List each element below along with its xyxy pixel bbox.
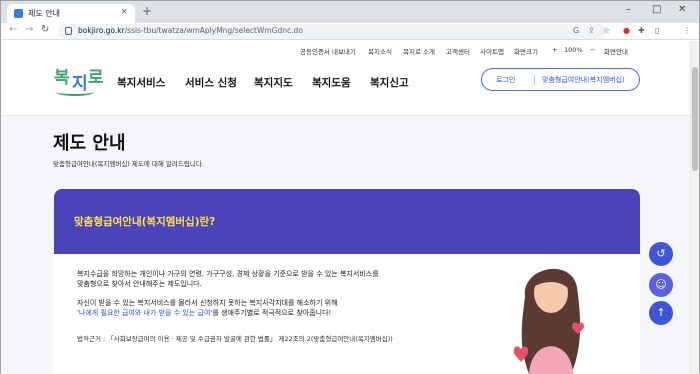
browser-tab[interactable]: 제도 안내 ×: [7, 4, 135, 23]
page-subtitle: 맞춤형급여안내(복지멤버십) 제도에 대해 알려드립니다.: [53, 160, 204, 168]
logo-smile-icon: [56, 88, 94, 96]
membership-button[interactable]: 맞춤형급여안내(복지멤버십): [542, 75, 625, 85]
back-icon[interactable]: ←: [9, 24, 17, 35]
translate-icon[interactable]: G: [573, 26, 579, 35]
nav-welfare-help[interactable]: 복지도움: [312, 75, 351, 90]
nav-service-apply[interactable]: 서비스 신청: [185, 75, 237, 90]
zoom-value: 100%: [564, 46, 583, 54]
zoom-in-button[interactable]: +: [552, 46, 557, 54]
browser-toolbar: ← → ↻ bokjiro.go.kr/ssis-tbu/twatza/wmAp…: [1, 23, 699, 40]
util-label-zoom: 화면크기: [514, 48, 538, 56]
util-link-cert[interactable]: 공동인증서 내보내기: [300, 46, 356, 56]
scrollbar-thumb[interactable]: [692, 67, 698, 171]
web-page: 공동인증서 내보내기 복지소식 복지로 소개 고객센터 사이트맵 화면크기 + …: [1, 41, 690, 374]
tab-strip: 제도 안내 × + – □ ✕: [1, 1, 699, 23]
nav-welfare-map[interactable]: 복지지도: [254, 75, 293, 90]
browser-window: 제도 안내 × + – □ ✕ ← → ↻ bokjiro.go.kr/ssis…: [0, 0, 700, 374]
card-header: 맞춤형급여안내(복지멤버십)란?: [54, 189, 640, 254]
para1-line1: 복지수급을 희망하는 개인이나 가구의 연령, 가구구성, 경제 상황을 기준으…: [77, 270, 379, 278]
share-icon[interactable]: ⇪: [588, 26, 595, 35]
url-path: /ssis-tbu/twatza/wmAplyMng/selectWmGdnc.…: [124, 26, 303, 35]
page-title: 제도 안내: [53, 133, 126, 154]
bookmark-star-icon[interactable]: ☆: [603, 26, 610, 35]
para1-line2: 맞춤형으로 찾아서 안내해주는 제도입니다.: [77, 280, 202, 288]
reload-icon[interactable]: ↻: [41, 24, 49, 35]
address-bar[interactable]: bokjiro.go.kr/ssis-tbu/twatza/wmAplyMng/…: [58, 24, 606, 39]
url-domain: bokjiro.go.kr: [78, 26, 125, 35]
lock-icon: [65, 27, 72, 35]
favicon-icon: [14, 9, 23, 18]
sidebar-icon[interactable]: ▯: [655, 26, 659, 35]
zoom-reset-button[interactable]: 화면안내: [604, 46, 628, 56]
tab-title: 제도 안내: [28, 9, 60, 18]
util-link-sitemap[interactable]: 사이트맵: [480, 46, 504, 56]
login-button[interactable]: 로그인: [496, 75, 515, 85]
puzzle-icon[interactable]: ✚: [638, 26, 645, 35]
forward-icon[interactable]: →: [25, 24, 33, 35]
menu-kebab-icon[interactable]: ⋮: [683, 26, 691, 35]
url-text: bokjiro.go.kr/ssis-tbu/twatza/wmAplyMng/…: [78, 26, 303, 35]
util-link-support[interactable]: 고객센터: [446, 46, 470, 56]
login-pill: 로그인 맞춤형급여안내(복지멤버십): [481, 68, 640, 91]
close-window-icon[interactable]: ✕: [678, 4, 686, 15]
para2-line2: '나에게 필요한 급여와 내가 받을 수 있는 급여'를 생애주기별로 적극적으…: [77, 308, 331, 318]
util-link-about[interactable]: 복지로 소개: [403, 46, 435, 56]
site-logo[interactable]: 복 지 로: [54, 63, 104, 96]
new-tab-button[interactable]: +: [142, 4, 152, 18]
woman-heart-illustration: [513, 268, 584, 374]
logo-char-1: 복: [54, 68, 70, 88]
recent-history-button[interactable]: ↺: [649, 242, 673, 266]
para2-line1: 자신이 받을 수 있는 복지서비스를 몰라서 신청하지 못하는 복지사각지대를 …: [77, 299, 338, 307]
util-link-news[interactable]: 복지소식: [368, 46, 392, 56]
nav-welfare-report[interactable]: 복지신고: [370, 75, 409, 90]
pill-divider: [534, 75, 535, 85]
para2-rest: 를 생애주기별로 적극적으로 찾아줍니다!: [212, 309, 332, 317]
site-header: 공동인증서 내보내기 복지소식 복지로 소개 고객센터 사이트맵 화면크기 + …: [1, 41, 690, 116]
chatbot-button[interactable]: ☺: [649, 273, 673, 297]
extension-icon[interactable]: ●: [623, 26, 630, 35]
zoom-out-button[interactable]: −: [590, 46, 595, 54]
legal-basis: 법적근거 : 「사회보장급여의 이용 · 제공 및 수급권자 발굴에 관한 법률…: [77, 335, 393, 343]
card-question: 맞춤형급여안내(복지멤버십)란?: [74, 216, 216, 228]
scroll-top-button[interactable]: ↑: [649, 301, 673, 325]
page-scrollbar[interactable]: [690, 41, 699, 374]
logo-char-3: 로: [88, 68, 104, 88]
para2-highlight: '나에게 필요한 급여와 내가 받을 수 있는 급여': [77, 309, 213, 317]
nav-welfare-services[interactable]: 복지서비스: [117, 75, 165, 90]
maximize-icon[interactable]: □: [652, 4, 661, 15]
minimize-icon[interactable]: –: [626, 4, 631, 15]
tab-close-icon[interactable]: ×: [120, 7, 128, 17]
